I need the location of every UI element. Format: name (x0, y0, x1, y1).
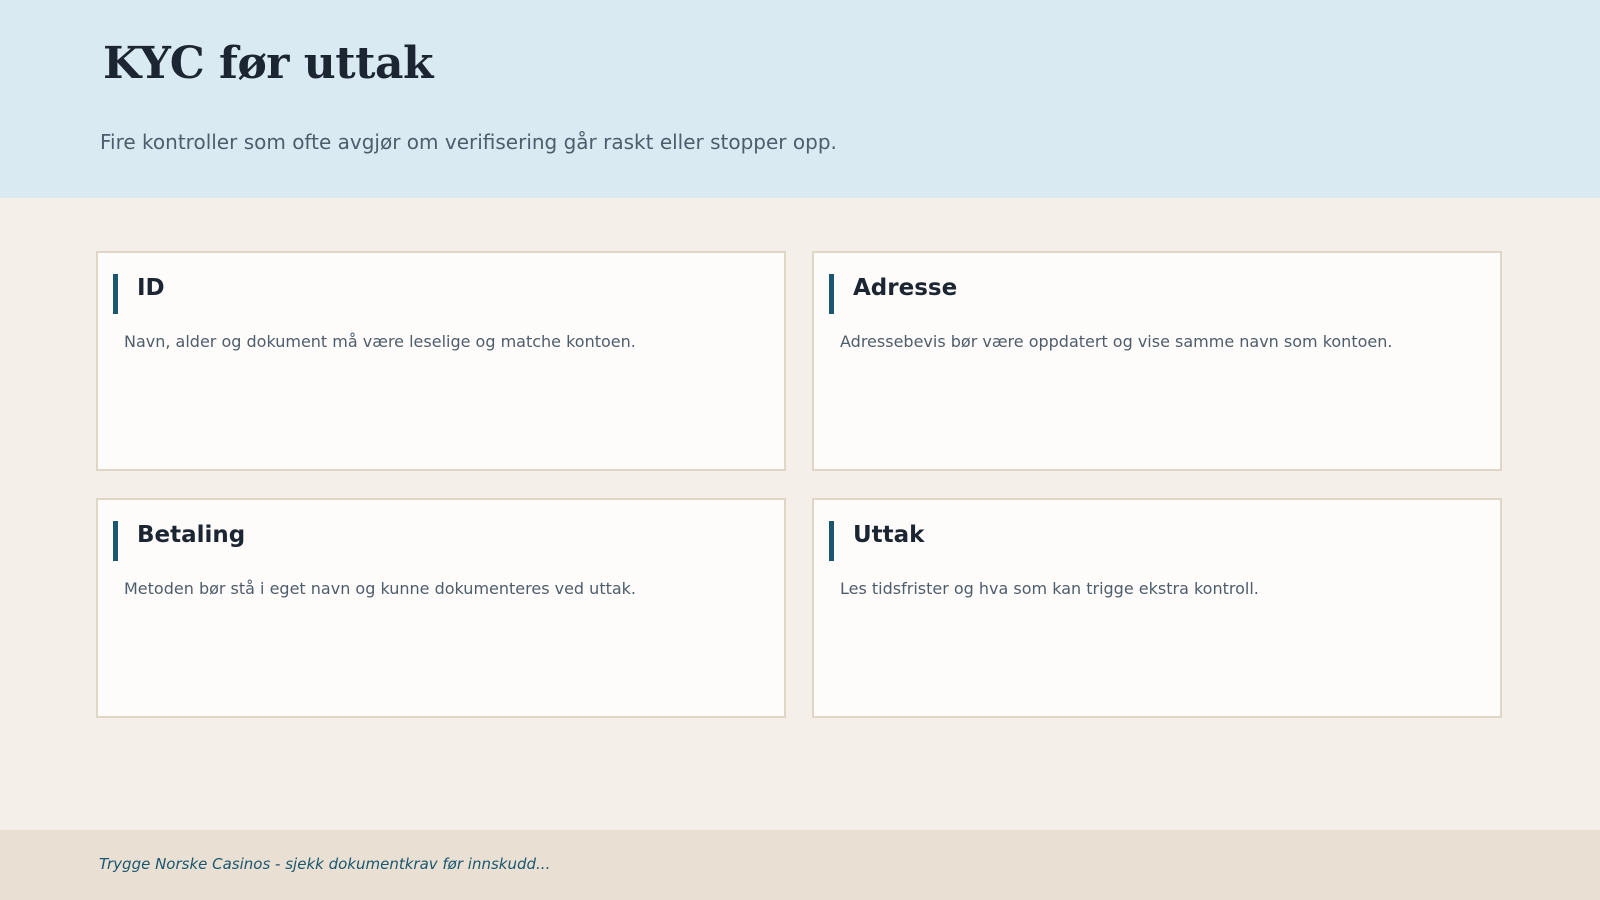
page-title: KYC før uttak (103, 38, 433, 89)
page-subtitle: Fire kontroller som ofte avgjør om verif… (100, 130, 837, 154)
card-text: Metoden bør stå i eget navn og kunne dok… (124, 579, 637, 598)
card-id: ID Navn, alder og dokument må være lesel… (96, 251, 786, 471)
card-grid: ID Navn, alder og dokument må være lesel… (0, 198, 1600, 830)
card-uttak: Uttak Les tidsfrister og hva som kan tri… (812, 498, 1502, 718)
footer-text: Trygge Norske Casinos - sjekk dokumentkr… (99, 855, 551, 873)
card-accent-bar (829, 274, 834, 314)
card-title: Uttak (853, 522, 925, 548)
page-header: KYC før uttak Fire kontroller som ofte a… (0, 0, 1600, 198)
card-betaling: Betaling Metoden bør stå i eget navn og … (96, 498, 786, 718)
card-title: Betaling (137, 522, 246, 548)
card-accent-bar (829, 521, 834, 561)
card-text: Adressebevis bør være oppdatert og vise … (840, 332, 1393, 351)
card-text: Les tidsfrister og hva som kan trigge ek… (840, 579, 1259, 598)
card-text: Navn, alder og dokument må være leselige… (124, 332, 636, 351)
card-accent-bar (113, 274, 118, 314)
card-accent-bar (113, 521, 118, 561)
page-footer: Trygge Norske Casinos - sjekk dokumentkr… (0, 830, 1600, 900)
card-title: ID (137, 275, 165, 301)
card-title: Adresse (853, 275, 958, 301)
card-adresse: Adresse Adressebevis bør være oppdatert … (812, 251, 1502, 471)
